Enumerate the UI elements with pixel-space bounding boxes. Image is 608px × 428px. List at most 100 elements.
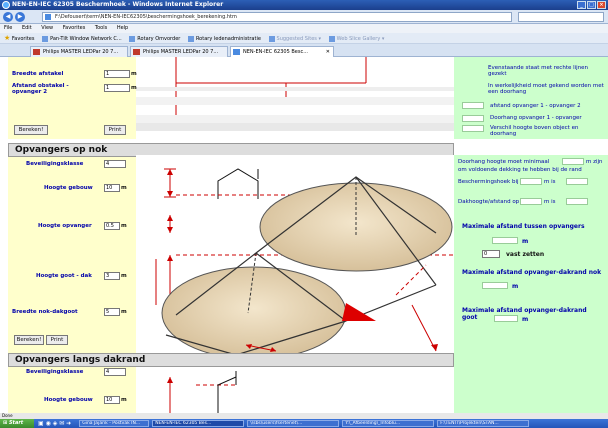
maximize-button[interactable]: □ — [587, 1, 596, 9]
browser-tab[interactable]: Philips MASTER LEDPar 20 7... — [130, 46, 228, 57]
address-text: F:\Defousert\term\NEN-EN-IEC62305\besche… — [55, 14, 237, 20]
max-goot-box — [494, 315, 518, 322]
result-heading: Maximale afstand opvanger-dakrand goot — [462, 307, 587, 321]
tab-label: NEN-EN-IEC 62305 Besc... — [243, 49, 308, 55]
address-toolbar: ◀ ▶ F:\Defousert\term\NEN-EN-IEC62305\be… — [0, 10, 608, 24]
dakrand-drawing — [167, 371, 237, 413]
unit-label: m — [131, 85, 137, 91]
search-input[interactable] — [518, 12, 604, 22]
close-tab-icon[interactable]: ✕ — [326, 47, 330, 57]
nok-drawing-panel — [136, 155, 454, 360]
menu-file[interactable]: File — [4, 25, 12, 31]
dakrand-result-panel — [454, 355, 608, 413]
favorite-link-icon — [187, 35, 194, 42]
result-text: om voldoende dekking te hebben bij de ra… — [458, 167, 582, 173]
favorite-link-icon — [129, 35, 136, 42]
forward-icon[interactable]: ▶ — [15, 12, 25, 22]
menu-tools[interactable]: Tools — [95, 25, 107, 31]
favorite-link[interactable]: Suggested Sites ▾ — [277, 36, 321, 42]
result-text: afstand opvanger 1 - opvanger 2 — [490, 103, 581, 109]
page-content: Breedte afstakel 1 m Afstand obstakel - … — [0, 57, 608, 413]
taskbar: ⊞ Start ▣ ◉ ◈ ✉ ➜ Gina Jajarik - Postvak… — [0, 419, 608, 428]
dakrand-hoogte-gebouw-input[interactable]: 10 — [104, 396, 120, 404]
philips-icon — [33, 49, 40, 55]
field-label: Beveiligingsklasse — [26, 161, 84, 167]
result-box — [462, 115, 484, 122]
favorite-link[interactable]: Web Slice Gallery ▾ — [337, 36, 385, 42]
unit-label: m — [121, 185, 127, 191]
result-text: Dakhoogte/afstand op — [458, 199, 520, 205]
top-drawing — [136, 57, 454, 131]
beveiligingsklasse-input[interactable]: 4 — [104, 160, 126, 168]
start-button[interactable]: ⊞ Start — [0, 419, 34, 428]
field-label: Breedte afstakel — [12, 71, 64, 77]
taskbar-item[interactable]: \\sbs\users\fsertenet\... — [247, 420, 340, 427]
favorite-link[interactable]: Rotary Omvorder — [137, 36, 180, 42]
print-button[interactable]: Print — [104, 125, 126, 135]
taskbar-item[interactable]: F:\TENTI\Projekten\STAN... — [437, 420, 530, 427]
page-icon — [233, 49, 240, 55]
field-label: Hoogte gebouw — [44, 397, 93, 403]
favorites-star-icon[interactable]: ★ — [4, 34, 10, 42]
favorite-link-icon — [42, 35, 49, 42]
result-heading: Maximale afstand opvanger-dakrand nok — [462, 269, 602, 276]
hoogte-opvanger-input[interactable]: 0.5 — [104, 222, 120, 230]
favorite-link[interactable]: Pan-Tilt Window Network C... — [50, 36, 122, 42]
browser-tab[interactable]: Philips MASTER LEDPar 20 7... — [30, 46, 128, 57]
minimize-button[interactable]: _ — [577, 1, 586, 9]
dakrand-drawing-panel — [136, 367, 454, 413]
breedte-nok-dakgoot-input[interactable]: 5 — [104, 308, 120, 316]
menu-view[interactable]: View — [41, 25, 53, 31]
favorites-bar: ★ Favorites Pan-Tilt Window Network C...… — [0, 33, 608, 44]
tab-label: Philips MASTER LEDPar 20 7... — [43, 49, 119, 55]
favorite-link-icon — [268, 35, 275, 42]
quicklaunch-icons[interactable]: ▣ ◉ ◈ ✉ ➜ — [38, 420, 71, 427]
result-text: m is — [544, 179, 556, 185]
window-title: NEN-EN-IEC 62305 Beschermhoek - Windows … — [12, 1, 224, 8]
field-label: Breedte nok-dakgoot — [12, 309, 78, 315]
favorites-label[interactable]: Favorites — [12, 36, 35, 42]
close-button[interactable]: × — [597, 1, 606, 9]
max-afstand-box — [492, 237, 518, 244]
afstand-obstakel-input[interactable]: 1 — [104, 84, 130, 92]
tab-bar: Philips MASTER LEDPar 20 7... Philips MA… — [0, 44, 608, 57]
result-text: In werkelijkheid moet gekend worden met … — [488, 83, 604, 95]
result-text: m is — [544, 199, 556, 205]
bereken-button[interactable]: Bereken! — [14, 335, 44, 345]
result-text: Doorhang opvanger 1 - opvanger — [490, 115, 582, 121]
dakrand-beveiligingsklasse-input[interactable]: 4 — [104, 368, 126, 376]
field-label: Hoogte goot - dak — [36, 273, 92, 279]
section-title: Opvangers langs dakrand — [8, 353, 454, 367]
breedte-obstakel-input[interactable]: 1 — [104, 70, 130, 78]
field-label: Hoogte opvanger — [38, 223, 92, 229]
hoogte-goot-dak-input[interactable]: 3 — [104, 272, 120, 280]
menu-favorites[interactable]: Favorites — [63, 25, 86, 31]
unit-label: m — [121, 309, 127, 315]
result-heading: Maximale afstand tussen opvangers — [462, 223, 585, 230]
max-dakrand-box — [482, 282, 508, 289]
browser-tab-active[interactable]: NEN-EN-IEC 62305 Besc... ✕ — [230, 46, 334, 57]
menu-edit[interactable]: Edit — [22, 25, 32, 31]
page-icon — [45, 14, 51, 20]
address-input[interactable]: F:\Defousert\term\NEN-EN-IEC62305\besche… — [42, 12, 512, 22]
back-icon[interactable]: ◀ — [3, 12, 13, 22]
philips-icon — [133, 49, 140, 55]
unit-label: m — [121, 273, 127, 279]
print-button[interactable]: Print — [46, 335, 68, 345]
bereken-button[interactable]: Bereken! — [14, 125, 48, 135]
favorite-link[interactable]: Rotary ledenadministratie — [196, 36, 261, 42]
result-text: Verschil hoogte boven object en doorhang — [490, 125, 579, 137]
menu-help[interactable]: Help — [117, 25, 128, 31]
windows-logo-icon: ⊞ — [3, 420, 8, 426]
result-text: m zijn — [586, 159, 603, 165]
taskbar-item[interactable]: Y:\_Afbeelding\_Infoblu... — [342, 420, 435, 427]
unit-label: m — [121, 397, 127, 403]
vast-zetten-input[interactable]: 0 — [482, 250, 500, 258]
taskbar-item[interactable]: Gina Jajarik - Postvak IN... — [79, 420, 150, 427]
result-text: Evenstaande staat met rechte lijnen geze… — [488, 65, 589, 77]
taskbar-item-active[interactable]: NEN-EN-IEC 62305 Bes... — [152, 420, 245, 427]
unit-label: m — [131, 71, 137, 77]
vast-zetten-label: vast zetten — [506, 251, 545, 258]
tab-label: Philips MASTER LEDPar 20 7... — [143, 49, 219, 55]
hoogte-gebouw-input[interactable]: 10 — [104, 184, 120, 192]
